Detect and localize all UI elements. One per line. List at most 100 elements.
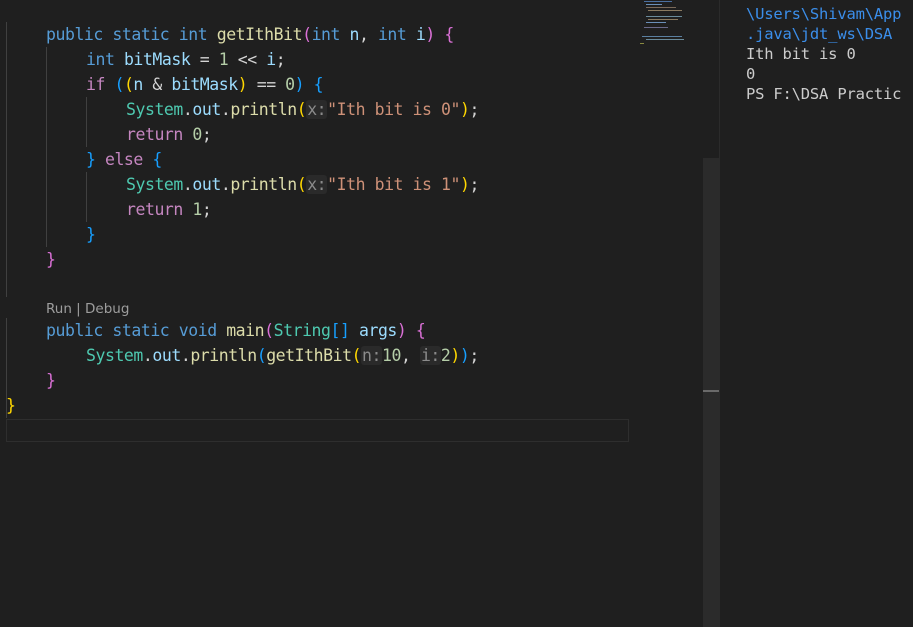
code-token: return: [126, 200, 183, 219]
code-token: (: [351, 346, 362, 365]
code-token: ): [459, 346, 470, 365]
minimap-line: [646, 39, 684, 40]
code-token: out: [192, 100, 221, 119]
code-token: static: [112, 321, 170, 340]
code-token: ): [396, 321, 407, 340]
codelens: Run | Debug: [46, 299, 129, 319]
code-token: public: [46, 321, 103, 340]
minimap[interactable]: [636, 0, 690, 50]
code-line[interactable]: if ((n & bitMask) == 0) {: [86, 72, 324, 97]
code-token: ,: [400, 346, 420, 365]
code-token: ;: [201, 125, 212, 144]
codelens-debug[interactable]: Debug: [85, 301, 129, 317]
code-token: }: [86, 225, 96, 244]
code-token: int: [178, 25, 208, 44]
code-token: .: [220, 100, 231, 119]
terminal-panel[interactable]: \Users\Shivam\App .java\jdt_ws\DSA Ith b…: [719, 0, 913, 627]
editor-scrollbar[interactable]: [703, 0, 719, 627]
code-token: println: [230, 175, 297, 194]
code-token: (: [123, 75, 134, 94]
code-line[interactable]: System.out.println(getIthBit(n:10, i:2))…: [86, 343, 479, 368]
code-line[interactable]: } else {: [86, 147, 162, 172]
code-line[interactable]: int bitMask = 1 << i;: [86, 47, 286, 72]
minimap-line: [646, 16, 682, 17]
code-token: ): [237, 75, 248, 94]
minimap-line: [644, 1, 672, 2]
code-line[interactable]: }: [6, 393, 16, 418]
minimap-line: [648, 19, 678, 20]
code-token: out: [192, 175, 221, 194]
code-token: ): [459, 175, 470, 194]
code-token: ): [425, 25, 435, 44]
minimap-line: [646, 4, 662, 5]
code-editor[interactable]: public static int getIthBit(int n, int i…: [0, 0, 703, 627]
code-token: n: [349, 25, 360, 44]
codelens-separator: |: [71, 301, 86, 317]
code-token: ;: [469, 100, 479, 119]
code-token: return: [126, 125, 183, 144]
code-token: ): [459, 100, 470, 119]
code-line[interactable]: System.out.println(x:"Ith bit is 0");: [126, 97, 479, 122]
code-line[interactable]: }: [86, 222, 96, 247]
code-token: (: [302, 25, 312, 44]
code-token: out: [152, 346, 181, 365]
code-token: System: [86, 346, 143, 365]
code-token: {: [415, 321, 426, 340]
code-token: }: [46, 371, 56, 390]
code-token: x:: [306, 100, 328, 119]
code-token: (: [256, 346, 267, 365]
code-line[interactable]: }: [46, 247, 56, 272]
code-token: "Ith bit is 1": [327, 175, 460, 194]
code-token: println: [230, 100, 297, 119]
code-token: else: [104, 150, 143, 169]
indent-guide: [6, 22, 7, 297]
code-token: if: [86, 75, 105, 94]
code-token: .: [220, 175, 231, 194]
code-token: }: [6, 396, 16, 415]
scrollbar-region: [703, 0, 719, 158]
code-line[interactable]: return 0;: [126, 122, 212, 147]
code-token: ): [294, 75, 305, 94]
code-token: 10: [382, 346, 401, 365]
code-token: 0: [285, 75, 295, 94]
code-token: i:: [419, 346, 441, 365]
minimap-line: [648, 10, 682, 11]
code-token: n: [133, 75, 143, 94]
code-token: static: [112, 25, 170, 44]
code-line[interactable]: public static void main(String[] args) {: [46, 318, 426, 343]
code-line[interactable]: System.out.println(x:"Ith bit is 1");: [126, 172, 479, 197]
code-token: bitMask: [171, 75, 238, 94]
code-token: &: [142, 75, 172, 94]
minimap-line: [644, 27, 668, 28]
code-line[interactable]: return 1;: [126, 197, 212, 222]
code-line[interactable]: public static int getIthBit(int n, int i…: [46, 22, 454, 47]
terminal-line: Ith bit is 0: [746, 45, 856, 63]
code-token: .: [142, 346, 153, 365]
code-token: 2: [440, 346, 451, 365]
code-token: .: [182, 175, 193, 194]
code-token: .: [180, 346, 191, 365]
code-token: x:: [306, 175, 328, 194]
code-token: (: [296, 100, 307, 119]
code-token: int: [86, 50, 115, 69]
code-token: 1: [192, 200, 202, 219]
minimap-line: [640, 43, 644, 44]
terminal-line: \Users\Shivam\App: [746, 5, 902, 23]
codelens-run[interactable]: Run: [46, 301, 72, 317]
code-token: getIthBit: [266, 346, 352, 365]
code-token: System: [126, 175, 183, 194]
code-line[interactable]: }: [46, 368, 56, 393]
code-token: .: [182, 100, 193, 119]
code-token: ==: [247, 75, 286, 94]
current-line-highlight: [6, 419, 629, 442]
code-token: void: [178, 321, 217, 340]
